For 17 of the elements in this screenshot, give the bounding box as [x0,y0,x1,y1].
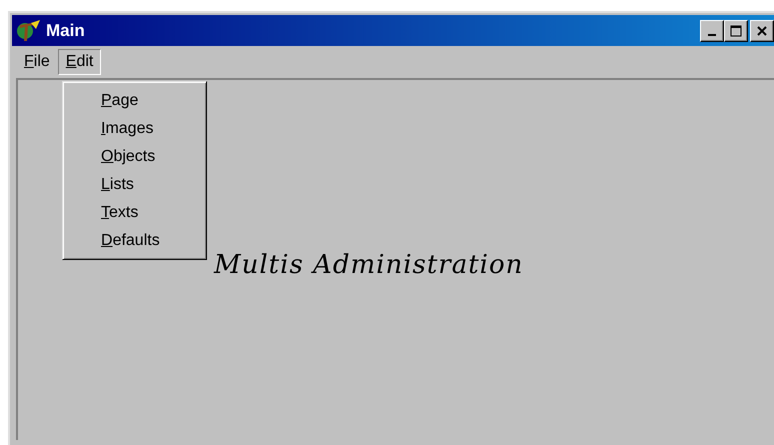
menu-item[interactable]: Edit [58,49,102,75]
heading: Multis Administration [214,250,524,280]
menu-option[interactable]: Defaults [63,227,206,255]
menu-option[interactable]: Lists [63,171,206,199]
maximize-icon [730,24,742,36]
minimize-icon [708,34,716,36]
window-title: Main [46,20,86,40]
menu-option[interactable]: Page [63,87,206,115]
menu-option[interactable]: Objects [63,143,206,171]
app-icon [16,18,42,42]
maximize-button[interactable] [724,20,748,42]
minimize-button[interactable] [700,20,724,42]
menu-item[interactable]: File [16,49,58,75]
close-icon [756,24,768,36]
menu-option[interactable]: Texts [63,199,206,227]
menu-option[interactable]: Images [63,115,206,143]
close-button[interactable] [750,20,774,42]
